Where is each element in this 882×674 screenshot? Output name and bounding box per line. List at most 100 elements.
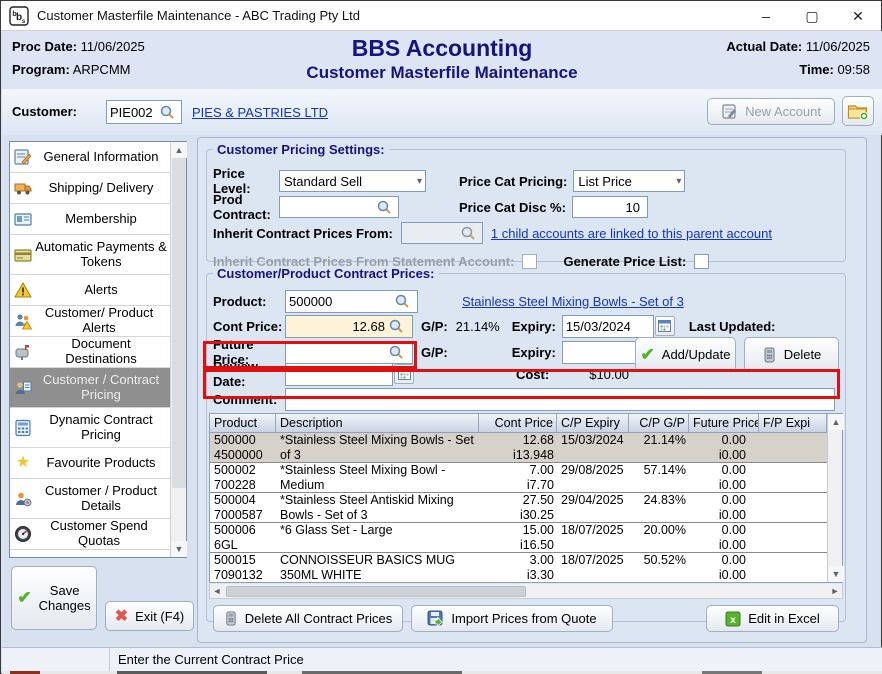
customer-pricing-settings-group: Customer Pricing Settings: Price Level: … — [206, 142, 846, 262]
delete-button[interactable]: Delete — [744, 337, 839, 372]
table-row[interactable]: 5000004500000 *Stainless Steel Mixing Bo… — [210, 433, 827, 463]
scroll-right-arrow[interactable]: ► — [828, 586, 842, 596]
table-vertical-scrollbar[interactable]: ▲ ▼ — [827, 414, 842, 582]
open-folder-button[interactable] — [842, 96, 874, 126]
inherit-from-label: Inherit Contract Prices From: — [213, 226, 393, 241]
price-cat-pricing-select[interactable]: List Price ▾ — [573, 170, 685, 192]
star-icon: ★ — [14, 454, 32, 472]
product-search-icon[interactable] — [394, 293, 410, 309]
payment-card-icon — [14, 246, 32, 264]
cont-price-input[interactable] — [286, 316, 388, 336]
membership-card-icon — [14, 210, 32, 228]
inherit-from-search-icon[interactable] — [460, 225, 476, 241]
folder-add-icon — [847, 101, 869, 121]
header-panel: Proc Date: 11/06/2025 Program: ARPCMM BB… — [2, 31, 882, 89]
exit-button[interactable]: ✖ Exit (F4) — [105, 601, 194, 631]
table-row[interactable]: 5000157090132 CONNOISSEUR BASICS MUG350M… — [210, 553, 827, 582]
sidebar-item-customer-product-alerts[interactable]: Customer/ Product Alerts — [10, 306, 170, 337]
add-update-button[interactable]: ✔ Add/Update — [635, 337, 736, 372]
price-level-select[interactable]: Standard Sell ▾ — [279, 170, 426, 192]
sidebar-item-label: Customer/ Product Alerts — [30, 306, 168, 336]
expiry-input[interactable] — [563, 316, 633, 336]
col-future-price[interactable]: Future Price — [689, 414, 759, 432]
prod-contract-search-icon[interactable] — [376, 199, 392, 215]
review-date-label: Review Date: — [213, 359, 285, 389]
future-expiry-input[interactable] — [563, 342, 633, 362]
last-updated-label: Last Updated: — [689, 319, 776, 334]
new-account-button[interactable]: New Account — [707, 98, 835, 125]
scroll-left-arrow[interactable]: ◄ — [210, 586, 224, 596]
minimize-button[interactable]: – — [743, 1, 789, 31]
sidebar-item-membership[interactable]: Membership — [10, 204, 170, 235]
sidebar-item-customer-contract-pricing[interactable]: Customer / Contract Pricing — [10, 368, 170, 408]
future-price-search-icon[interactable] — [388, 344, 404, 360]
col-cp-expiry[interactable]: C/P Expiry — [557, 414, 629, 432]
review-date-calendar-icon[interactable] — [394, 364, 414, 384]
sidebar-item-shipping-delivery[interactable]: Shipping/ Delivery — [10, 173, 170, 204]
actual-date-label: Actual Date: — [726, 39, 802, 54]
comment-input[interactable] — [286, 389, 830, 409]
sidebar-item-automatic-payments[interactable]: Automatic Payments & Tokens — [10, 235, 170, 275]
sidebar-item-document-destinations[interactable]: Document Destinations — [10, 337, 170, 368]
expiry-calendar-icon[interactable] — [655, 316, 675, 336]
delete-all-icon — [224, 611, 238, 626]
customer-name-link[interactable]: PIES & PASTRIES LTD — [192, 105, 328, 120]
col-fp-expiry[interactable]: F/P Expi — [759, 414, 827, 432]
child-accounts-link[interactable]: 1 child accounts are linked to this pare… — [491, 226, 772, 241]
customer-search-icon[interactable] — [159, 104, 175, 120]
col-description[interactable]: Description — [276, 414, 479, 432]
gp-label: G/P: — [421, 319, 448, 334]
maximize-button[interactable]: ▢ — [789, 1, 835, 31]
sidebar-item-alerts[interactable]: Alerts — [10, 275, 170, 306]
contract-prices-legend: Customer/Product Contract Prices: — [213, 266, 438, 281]
prod-contract-input[interactable] — [280, 197, 376, 217]
person-details-icon — [14, 490, 32, 508]
col-cont-price[interactable]: Cont Price — [479, 414, 557, 432]
edit-excel-label: Edit in Excel — [748, 611, 820, 626]
price-cat-disc-label: Price Cat Disc %: — [459, 200, 566, 215]
time-value: 09:58 — [837, 62, 870, 77]
svg-text:b: b — [12, 11, 16, 18]
sidebar-item-customer-product-details[interactable]: Customer / Product Details — [10, 479, 170, 519]
table-row[interactable]: 5000047000587 *Stainless Steel Antiskid … — [210, 493, 827, 523]
scrollbar-thumb[interactable] — [172, 158, 186, 488]
table-horizontal-scrollbar[interactable]: ◄ ► — [209, 584, 843, 599]
save-changes-button[interactable]: ✔ SaveChanges — [11, 566, 97, 630]
col-product[interactable]: Product — [210, 414, 276, 432]
contract-pricing-icon — [14, 379, 32, 397]
product-description-link[interactable]: Stainless Steel Mixing Bowls - Set of 3 — [462, 294, 684, 309]
scrollbar-thumb[interactable] — [226, 586, 526, 597]
scroll-down-arrow[interactable]: ▼ — [828, 566, 844, 582]
review-date-input[interactable] — [286, 364, 390, 384]
sidebar-item-general-information[interactable]: General Information — [10, 142, 170, 173]
cost-value: $10.00 — [589, 367, 629, 382]
exit-label: Exit (F4) — [135, 609, 184, 624]
price-cat-disc-input[interactable] — [573, 197, 643, 217]
import-prices-from-quote-button[interactable]: Import Prices from Quote — [411, 605, 613, 632]
sidebar-item-dynamic-contract-pricing[interactable]: Dynamic Contract Pricing — [10, 408, 170, 448]
sidebar-scrollbar[interactable]: ▲ ▼ — [170, 142, 186, 557]
table-row[interactable]: 500002700228 *Stainless Steel Mixing Bow… — [210, 463, 827, 493]
customer-code-input[interactable] — [107, 102, 159, 122]
status-left-cell — [2, 648, 110, 671]
scroll-up-arrow[interactable]: ▲ — [828, 414, 844, 430]
sidebar-item-favourite-products[interactable]: ★ Favourite Products — [10, 448, 170, 479]
sidebar-item-label: General Information — [44, 150, 159, 165]
sidebar-item-label: Shipping/ Delivery — [49, 181, 154, 196]
delete-all-contract-prices-button[interactable]: Delete All Contract Prices — [213, 605, 403, 632]
edit-in-excel-button[interactable]: x Edit in Excel — [706, 605, 839, 632]
col-cp-gp[interactable]: C/P G/P — [629, 414, 689, 432]
chevron-down-icon: ▾ — [417, 176, 422, 187]
sidebar-item-label: Alerts — [84, 283, 117, 298]
table-row[interactable]: 5000066GL *6 Glass Set - Large 15.00i16.… — [210, 523, 827, 553]
sidebar-item-label: Dynamic Contract Pricing — [34, 413, 168, 443]
scroll-up-arrow[interactable]: ▲ — [171, 142, 187, 158]
scroll-down-arrow[interactable]: ▼ — [171, 541, 187, 557]
product-input[interactable] — [286, 291, 394, 311]
future-price-input[interactable] — [286, 342, 388, 362]
inherit-from-input[interactable] — [402, 223, 460, 243]
future-expiry-label: Expiry: — [512, 345, 556, 360]
close-button[interactable]: ✕ — [835, 1, 881, 31]
sidebar-item-customer-spend-quotas[interactable]: Customer Spend Quotas — [10, 519, 170, 550]
cont-price-search-icon[interactable] — [388, 318, 404, 334]
